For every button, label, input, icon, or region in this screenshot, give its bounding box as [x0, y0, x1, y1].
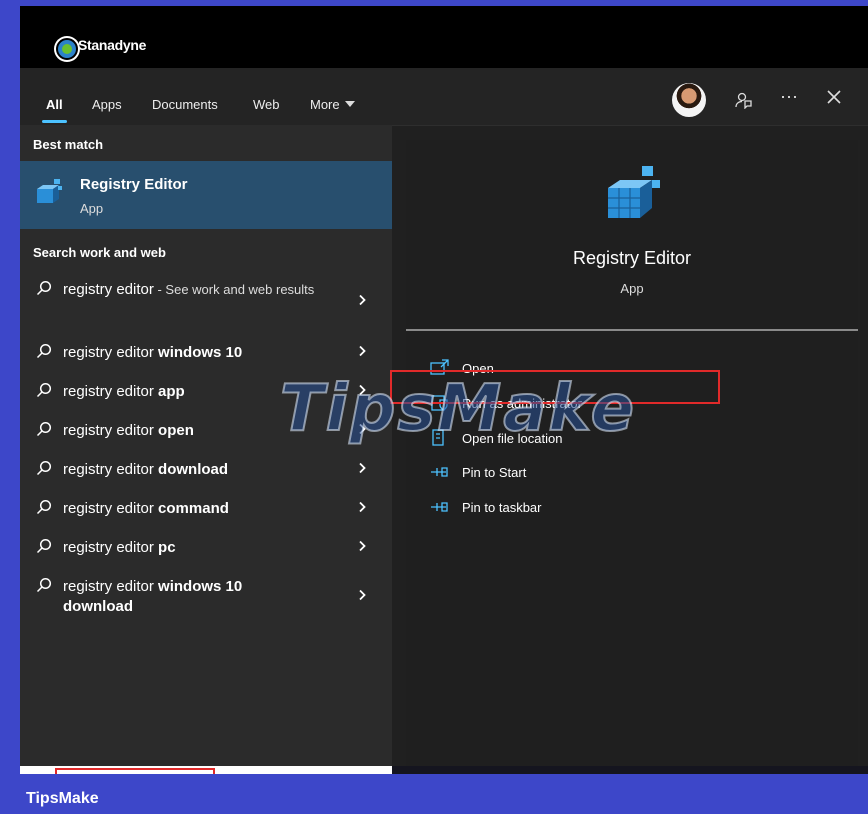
best-match-title: Registry Editor: [80, 176, 188, 193]
brand-bar: Stanadyne: [20, 6, 868, 68]
chevron-right-icon: [359, 501, 366, 513]
search-icon: [36, 421, 52, 437]
chevron-right-icon: [359, 384, 366, 396]
taskbar: [392, 766, 868, 774]
details-pane: Registry Editor App Open Run as administ…: [406, 140, 858, 766]
details-divider: [406, 329, 858, 331]
best-match-result[interactable]: Registry Editor App: [20, 161, 392, 229]
search-icon: [36, 499, 52, 515]
footer-brand: TipsMake: [26, 790, 99, 807]
feedback-icon[interactable]: [734, 91, 752, 112]
pin-to-taskbar-action[interactable]: Pin to taskbar: [406, 495, 858, 523]
tab-all[interactable]: All: [46, 97, 63, 112]
folder-icon: [432, 429, 444, 446]
search-icon: [36, 382, 52, 398]
suggestion-bold: command: [158, 500, 229, 517]
pin-to-start-action[interactable]: Pin to Start: [406, 460, 858, 488]
close-icon[interactable]: [826, 89, 842, 108]
pin-icon: [431, 467, 448, 477]
suggestion-prefix: registry editor: [63, 281, 154, 298]
best-match-heading: Best match: [33, 137, 104, 152]
suggestion-prefix: registry editor: [63, 539, 159, 556]
chevron-right-icon: [359, 294, 366, 306]
suggestion-bold: windows 10: [158, 344, 243, 361]
registry-editor-large-icon: [608, 166, 660, 218]
best-match-subtitle: App: [80, 201, 104, 216]
results-pane: Best match Registry Editor App Search wo…: [20, 125, 392, 766]
run-as-admin-highlight: [390, 370, 720, 404]
search-icon: [36, 343, 52, 359]
search-icon: [36, 538, 52, 554]
chevron-right-icon: [359, 423, 366, 435]
web-suggestion-row[interactable]: registry editor - See work and web resul…: [20, 280, 392, 328]
chevron-right-icon: [359, 462, 366, 474]
suggestion-bold: pc: [158, 539, 176, 556]
registry-editor-icon: [37, 179, 62, 203]
web-suggestion-row[interactable]: registry editor command: [20, 499, 392, 523]
tab-documents[interactable]: Documents: [152, 97, 218, 112]
pin-to-taskbar-label: Pin to taskbar: [462, 500, 542, 515]
caret-down-icon: [344, 101, 355, 107]
active-tab-indicator: [42, 120, 67, 123]
search-web-heading: Search work and web: [33, 245, 166, 260]
suggestion-suffix: - See work and web results: [153, 282, 315, 297]
suggestion-prefix: registry editor: [63, 383, 159, 400]
web-suggestion-row[interactable]: registry editor windows 10: [20, 343, 392, 367]
pin-to-start-label: Pin to Start: [462, 465, 527, 480]
suggestion-bold: download: [158, 461, 229, 478]
ellipsis-icon[interactable]: ⋯: [780, 88, 798, 106]
user-avatar[interactable]: [672, 83, 706, 117]
chevron-right-icon: [359, 540, 366, 552]
suggestion-prefix: registry editor: [63, 578, 159, 595]
tab-more[interactable]: More: [310, 97, 355, 112]
chevron-right-icon: [359, 345, 366, 357]
brand-name: Stanadyne: [78, 37, 147, 53]
suggestion-prefix: registry editor: [63, 422, 159, 439]
suggestion-bold: open: [158, 422, 194, 439]
tab-apps[interactable]: Apps: [92, 97, 122, 112]
web-suggestion-row[interactable]: registry editor pc: [20, 538, 392, 562]
chevron-right-icon: [359, 589, 366, 601]
suggestion-prefix: registry editor: [63, 344, 159, 361]
pin-icon: [431, 502, 448, 512]
suggestion-bold: app: [158, 383, 185, 400]
web-suggestion-row[interactable]: registry editor app: [20, 382, 392, 406]
suggestion-prefix: registry editor: [63, 461, 159, 478]
details-title: Registry Editor: [572, 248, 692, 268]
web-suggestion-row[interactable]: registry editor windows 10 download: [20, 577, 392, 621]
tab-web[interactable]: Web: [253, 97, 280, 112]
details-subtitle: App: [620, 281, 644, 296]
suggestion-prefix: registry editor: [63, 500, 159, 517]
search-icon: [36, 577, 52, 593]
open-file-location-label: Open file location: [462, 431, 563, 446]
web-suggestion-row[interactable]: registry editor open: [20, 421, 392, 445]
open-file-location-action[interactable]: Open file location: [406, 426, 858, 454]
search-icon: [36, 280, 52, 296]
search-tabs-bar: All Apps Documents Web More ⋯: [20, 68, 868, 126]
web-suggestion-row[interactable]: registry editor download: [20, 460, 392, 484]
taskbar-search-highlight: [55, 768, 215, 774]
search-icon: [36, 460, 52, 476]
tab-more-label: More: [310, 97, 340, 112]
stanadyne-logo-icon: [56, 38, 78, 60]
